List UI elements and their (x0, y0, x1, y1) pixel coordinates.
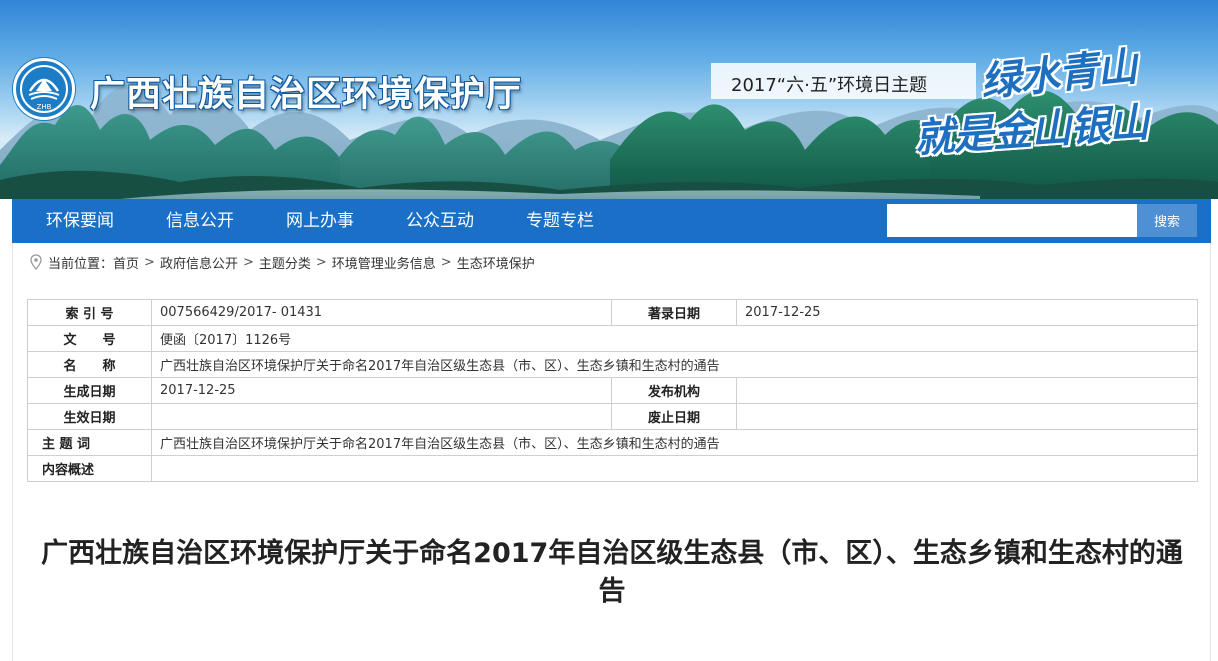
created-date-label: 生成日期 (27, 377, 152, 404)
created-date-value: 2017-12-25 (151, 377, 612, 404)
table-row: 生成日期 2017-12-25 发布机构 (27, 377, 1198, 404)
breadcrumb-separator: > (440, 254, 452, 270)
doc-no-label: 文 号 (27, 325, 152, 352)
breadcrumb-link-gov-info[interactable]: 政府信息公开 (160, 253, 238, 272)
nav-item-public-interaction[interactable]: 公众互动 (406, 199, 474, 243)
abolish-date-label: 废止日期 (611, 403, 737, 430)
abolish-date-value (736, 403, 1198, 430)
record-date-value: 2017-12-25 (736, 299, 1198, 326)
document-info-table: 索 引 号 007566429/2017- 01431 著录日期 2017-12… (27, 299, 1198, 482)
location-pin-icon (30, 254, 42, 270)
doc-name-value: 广西壮族自治区环境保护厅关于命名2017年自治区级生态县（市、区）、生态乡镇和生… (151, 351, 1198, 378)
publisher-value (736, 377, 1198, 404)
zhb-emblem-icon[interactable]: ZHB (13, 58, 75, 120)
summary-label: 内容概述 (27, 455, 152, 482)
doc-name-label: 名 称 (27, 351, 152, 378)
environment-day-theme: 2017“六·五”环境日主题 (731, 75, 928, 96)
index-no-label: 索 引 号 (27, 299, 152, 326)
keywords-value: 广西壮族自治区环境保护厅关于命名2017年自治区级生态县（市、区）、生态乡镇和生… (151, 429, 1198, 456)
table-row: 文 号 便函〔2017〕1126号 (27, 325, 1198, 352)
main-navigation: 环保要闻 信息公开 网上办事 公众互动 专题专栏 搜索 (12, 199, 1211, 243)
table-row: 索 引 号 007566429/2017- 01431 著录日期 2017-12… (27, 299, 1198, 326)
breadcrumb-link-eco-protection[interactable]: 生态环境保护 (457, 253, 535, 272)
breadcrumb-prefix: 当前位置： (48, 256, 114, 272)
site-title[interactable]: 广西壮族自治区环境保护厅 (90, 66, 522, 117)
keywords-label: 主 题 词 (27, 429, 152, 456)
nav-item-info-disclosure[interactable]: 信息公开 (166, 199, 234, 243)
nav-item-special-topics[interactable]: 专题专栏 (526, 199, 594, 243)
record-date-label: 著录日期 (611, 299, 737, 326)
index-no-value: 007566429/2017- 01431 (151, 299, 612, 326)
breadcrumb-separator: > (242, 254, 254, 270)
table-row: 生效日期 废止日期 (27, 403, 1198, 430)
publisher-label: 发布机构 (611, 377, 737, 404)
nav-item-news[interactable]: 环保要闻 (46, 199, 114, 243)
breadcrumb-link-home[interactable]: 首页 (113, 253, 139, 272)
table-row: 主 题 词 广西壮族自治区环境保护厅关于命名2017年自治区级生态县（市、区）、… (27, 429, 1198, 456)
table-row: 内容概述 (27, 455, 1198, 482)
effective-date-value (151, 403, 612, 430)
breadcrumb: 当前位置： 首页 > 政府信息公开 > 主题分类 > 环境管理业务信息 > 生态… (30, 253, 535, 272)
header-banner: ZHB 广西壮族自治区环境保护厅 2017“六·五”环境日主题 绿水青山 就是金… (0, 0, 1218, 199)
article-title: 广西壮族自治区环境保护厅关于命名2017年自治区级生态县（市、区）、生态乡镇和生… (41, 538, 1183, 607)
search-button[interactable]: 搜索 (1137, 204, 1197, 237)
effective-date-label: 生效日期 (27, 403, 152, 430)
breadcrumb-link-env-management[interactable]: 环境管理业务信息 (332, 253, 436, 272)
summary-value (151, 455, 1198, 482)
table-row: 名 称 广西壮族自治区环境保护厅关于命名2017年自治区级生态县（市、区）、生态… (27, 351, 1198, 378)
breadcrumb-link-topics[interactable]: 主题分类 (259, 253, 311, 272)
breadcrumb-separator: > (144, 254, 155, 270)
doc-no-value: 便函〔2017〕1126号 (151, 325, 1198, 352)
breadcrumb-separator: > (315, 254, 327, 270)
logo-letters: ZHB (37, 103, 52, 111)
nav-item-online-services[interactable]: 网上办事 (286, 199, 354, 243)
search-input[interactable] (887, 204, 1137, 237)
